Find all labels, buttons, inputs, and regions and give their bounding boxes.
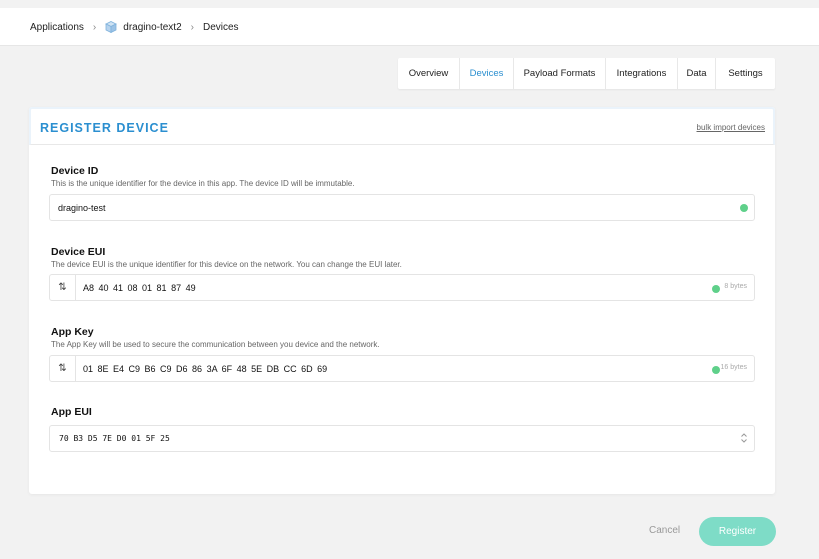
device-id-description: This is the unique identifier for the de… bbox=[51, 179, 355, 188]
device-eui-value: A8 40 41 08 01 81 87 49 bbox=[83, 282, 196, 293]
top-strip bbox=[0, 0, 819, 8]
device-eui-description: The device EUI is the unique identifier … bbox=[51, 260, 402, 269]
device-eui-field[interactable]: ⇅ A8 40 41 08 01 81 87 49 8 bytes bbox=[49, 274, 755, 301]
shuffle-icon[interactable]: ⇅ bbox=[50, 356, 76, 381]
breadcrumb-applications[interactable]: Applications bbox=[30, 22, 84, 33]
app-key-description: The App Key will be used to secure the c… bbox=[51, 340, 380, 349]
valid-check-icon bbox=[712, 285, 720, 293]
cancel-button[interactable]: Cancel bbox=[649, 525, 680, 536]
select-arrows-icon bbox=[741, 433, 747, 443]
app-eui-label: App EUI bbox=[51, 406, 92, 418]
chevron-right-icon: › bbox=[190, 21, 194, 33]
device-id-field[interactable]: dragino-test bbox=[49, 194, 755, 221]
valid-check-icon bbox=[740, 204, 748, 212]
header-bar: Applications › dragino-text2 › Devices bbox=[0, 8, 819, 46]
breadcrumb-devices: Devices bbox=[202, 21, 239, 33]
app-key-field[interactable]: ⇅ 01 8E E4 C9 B6 C9 D6 86 3A 6F 48 5E DB… bbox=[49, 355, 755, 382]
chevron-right-icon: › bbox=[92, 21, 97, 33]
app-eui-select[interactable]: 70 B3 D5 7E D0 01 5F 25 bbox=[49, 425, 755, 452]
shuffle-icon[interactable]: ⇅ bbox=[50, 275, 76, 300]
app-cube-icon bbox=[105, 21, 118, 33]
card-title: REGISTER DEVICE bbox=[40, 121, 169, 135]
register-device-card: REGISTER DEVICE bulk import devices Devi… bbox=[29, 107, 775, 494]
tab-devices[interactable]: Devices bbox=[460, 58, 514, 89]
tab-settings[interactable]: Settings bbox=[716, 58, 775, 89]
app-key-size: 16 bytes bbox=[720, 364, 747, 371]
breadcrumb-app-name[interactable]: dragino-text2 bbox=[123, 22, 181, 33]
device-eui-label: Device EUI bbox=[51, 246, 106, 258]
card-header: REGISTER DEVICE bulk import devices bbox=[29, 107, 775, 145]
device-eui-size: 8 bytes bbox=[724, 283, 747, 290]
valid-check-icon bbox=[712, 366, 720, 374]
tab-overview[interactable]: Overview bbox=[398, 58, 460, 89]
register-button[interactable]: Register bbox=[699, 517, 776, 546]
device-id-label: Device ID bbox=[51, 165, 99, 177]
app-key-label: App Key bbox=[51, 326, 94, 338]
tab-payload-formats[interactable]: Payload Formats bbox=[514, 58, 606, 89]
tab-data[interactable]: Data bbox=[678, 58, 716, 89]
device-id-value: dragino-test bbox=[58, 202, 106, 213]
tab-integrations[interactable]: Integrations bbox=[606, 58, 678, 89]
breadcrumb: Applications › dragino-text2 › Devices bbox=[30, 8, 239, 46]
app-tabs: Overview Devices Payload Formats Integra… bbox=[398, 58, 775, 89]
bulk-import-link[interactable]: bulk import devices bbox=[697, 123, 765, 132]
app-key-value: 01 8E E4 C9 B6 C9 D6 86 3A 6F 48 5E DB C… bbox=[83, 363, 328, 374]
app-eui-value: 70 B3 D5 7E D0 01 5F 25 bbox=[59, 434, 170, 443]
